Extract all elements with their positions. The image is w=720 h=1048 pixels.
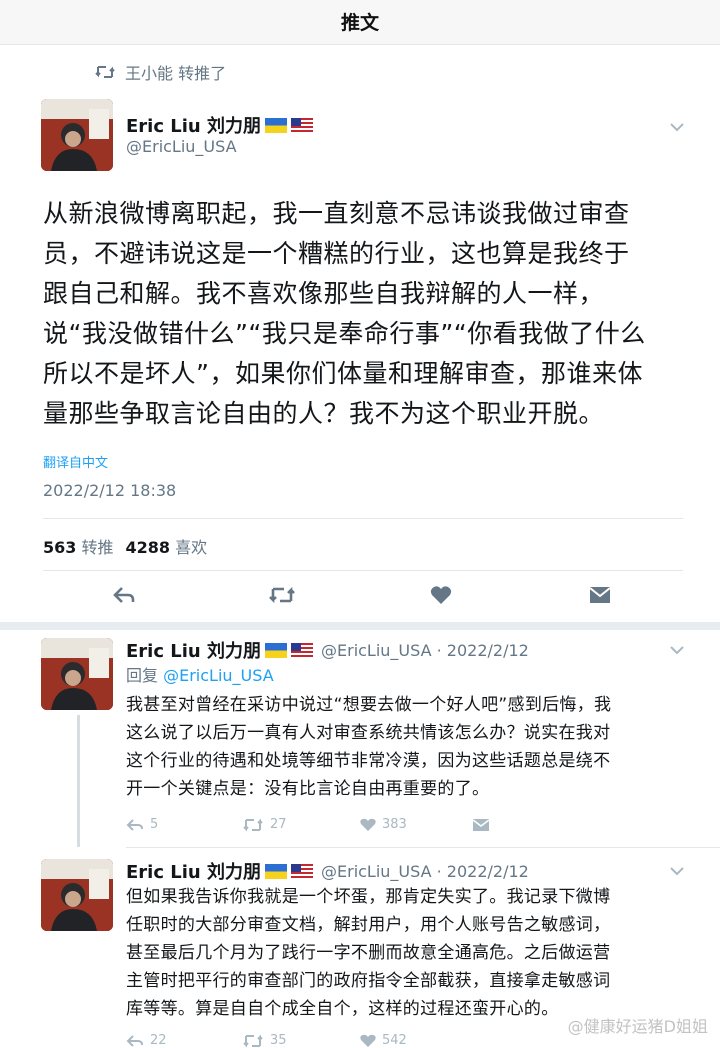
translate-link[interactable]: 翻译自中文 <box>43 452 108 471</box>
reply-prefix: 回复 <box>126 666 159 685</box>
like-icon[interactable] <box>430 585 452 605</box>
tweet-timestamp: 2022/2/12 18:38 <box>43 481 177 500</box>
retweet-notice-text: 王小能 转推了 <box>125 64 227 83</box>
author-name[interactable]: Eric Liu 刘力朋 <box>126 112 261 138</box>
like-count: 383 <box>382 817 407 832</box>
watermark: @健康好运猪D姐姐 <box>567 1013 708 1037</box>
reply-text-line: 任职时的大部分审查文档，解封用户，用个人账号告之敏感词， <box>126 915 611 935</box>
retweet-icon[interactable] <box>268 586 296 604</box>
retweet-stat[interactable]: 563 转推 <box>43 534 114 558</box>
reply-action[interactable]: 22 <box>126 1033 167 1048</box>
us-flag-icon <box>291 863 313 879</box>
replying-to: 回复 @EricLiu_USA <box>126 662 274 686</box>
reply-author: Eric Liu 刘力朋 @EricLiu_USA · 2022/2/12 <box>126 637 529 663</box>
author-handle[interactable]: @EricLiu_USA <box>126 137 237 156</box>
divider <box>126 847 720 848</box>
retweet-action[interactable]: 35 <box>242 1033 287 1048</box>
reply-count: 5 <box>150 817 159 832</box>
top-bar: 推文 <box>0 0 720 45</box>
avatar[interactable] <box>41 638 113 710</box>
divider <box>43 518 683 519</box>
tweet-text-line: 跟自己和解。我不喜欢像那些自我辩解的人一样， <box>43 279 605 308</box>
retweet-count: 35 <box>270 1033 287 1048</box>
reply-icon <box>126 1034 143 1047</box>
like-stat-label: 喜欢 <box>175 538 208 557</box>
like-icon <box>360 1034 376 1047</box>
divider <box>43 570 683 571</box>
reply-text: 我甚至对曾经在采访中说过“想要去做一个好人吧”感到后悔，我 这么说了以后万一真有… <box>126 691 681 803</box>
like-action[interactable]: 383 <box>360 817 407 832</box>
like-action[interactable]: 542 <box>360 1033 407 1048</box>
retweet-count: 563 <box>43 538 77 557</box>
retweet-stat-label: 转推 <box>81 538 114 557</box>
reply-action[interactable]: 5 <box>126 817 158 832</box>
reply-text-line: 开一个关键点是：没有比言论自由再重要的了。 <box>126 779 490 799</box>
chevron-down-icon[interactable] <box>669 122 685 132</box>
retweet-icon <box>243 1034 263 1047</box>
reply-to-handle[interactable]: @EricLiu_USA <box>163 666 274 685</box>
like-count: 4288 <box>125 538 171 557</box>
tweet-stats: 563 转推 4288 喜欢 <box>43 534 207 558</box>
reply-text-line: 这么说了以后万一真有人对审查系统共情该怎么办？说实在我对 <box>126 723 611 743</box>
tweet-text-line: 所以不是坏人”，如果你们体量和理解审查，那谁来体 <box>43 359 643 388</box>
reply-meta: @EricLiu_USA · 2022/2/12 <box>321 640 529 660</box>
tweet-text-line: 员，不避讳说这是一个糟糕的行业，这也算是我终于 <box>43 239 630 268</box>
chevron-down-icon[interactable] <box>669 645 685 655</box>
retweet-icon <box>243 818 263 831</box>
retweet-notice: 王小能 转推了 <box>95 60 226 84</box>
retweet-action[interactable]: 27 <box>242 817 287 832</box>
retweet-icon <box>95 66 115 78</box>
reply-meta: @EricLiu_USA · 2022/2/12 <box>321 861 529 881</box>
chevron-down-icon[interactable] <box>669 866 685 876</box>
author-name[interactable]: Eric Liu 刘力朋 <box>126 858 261 884</box>
reply-icon[interactable] <box>112 585 136 605</box>
like-stat[interactable]: 4288 喜欢 <box>126 534 208 558</box>
direct-message-icon[interactable] <box>589 586 611 604</box>
reply-text-line: 我甚至对曾经在采访中说过“想要去做一个好人吧”感到后悔，我 <box>126 695 612 715</box>
ukraine-flag-icon <box>265 642 287 658</box>
ukraine-flag-icon <box>265 863 287 879</box>
like-icon <box>360 818 376 831</box>
reply-icon <box>126 818 143 831</box>
us-flag-icon <box>291 642 313 658</box>
like-count: 542 <box>382 1033 407 1048</box>
us-flag-icon <box>291 117 313 133</box>
reply-text-line: 甚至最后几个月为了践行一字不删而故意全通高危。之后做运营 <box>126 943 611 963</box>
reply-text: 但如果我告诉你我就是一个坏蛋，那肯定失实了。我记录下微博 任职时的大部分审查文档… <box>126 883 681 1023</box>
tweet-author: Eric Liu 刘力朋 <box>126 112 313 138</box>
page-title: 推文 <box>340 12 379 34</box>
tweet-text-line: 说“我没做错什么”“我只是奉命行事”“你看我做了什么 <box>43 319 646 348</box>
avatar[interactable] <box>41 859 113 931</box>
tweet-text-line: 从新浪微博离职起，我一直刻意不忌讳谈我做过审查 <box>43 199 630 228</box>
thread-line <box>77 715 80 847</box>
tweet-text: 从新浪微博离职起，我一直刻意不忌讳谈我做过审查 员，不避讳说这是一个糟糕的行业，… <box>43 194 683 434</box>
reply-text-line: 但如果我告诉你我就是一个坏蛋，那肯定失实了。我记录下微博 <box>126 887 611 907</box>
reply-text-line: 主管时把平行的审查部门的政府指令全部截获，直接拿走敏感词 <box>126 971 611 991</box>
avatar[interactable] <box>41 99 113 171</box>
ukraine-flag-icon <box>265 117 287 133</box>
author-name[interactable]: Eric Liu 刘力朋 <box>126 637 261 663</box>
reply-author: Eric Liu 刘力朋 @EricLiu_USA · 2022/2/12 <box>126 858 529 884</box>
direct-message-icon[interactable] <box>472 818 490 832</box>
reply-count: 22 <box>150 1033 167 1048</box>
reply-text-line: 这个行业的待遇和处境等细节非常冷漠，因为这些话题总是绕不 <box>126 751 611 771</box>
tweet-text-line: 量那些争取言论自由的人？我不为这个职业开脱。 <box>43 399 605 428</box>
section-separator <box>0 622 720 630</box>
retweet-count: 27 <box>270 817 287 832</box>
